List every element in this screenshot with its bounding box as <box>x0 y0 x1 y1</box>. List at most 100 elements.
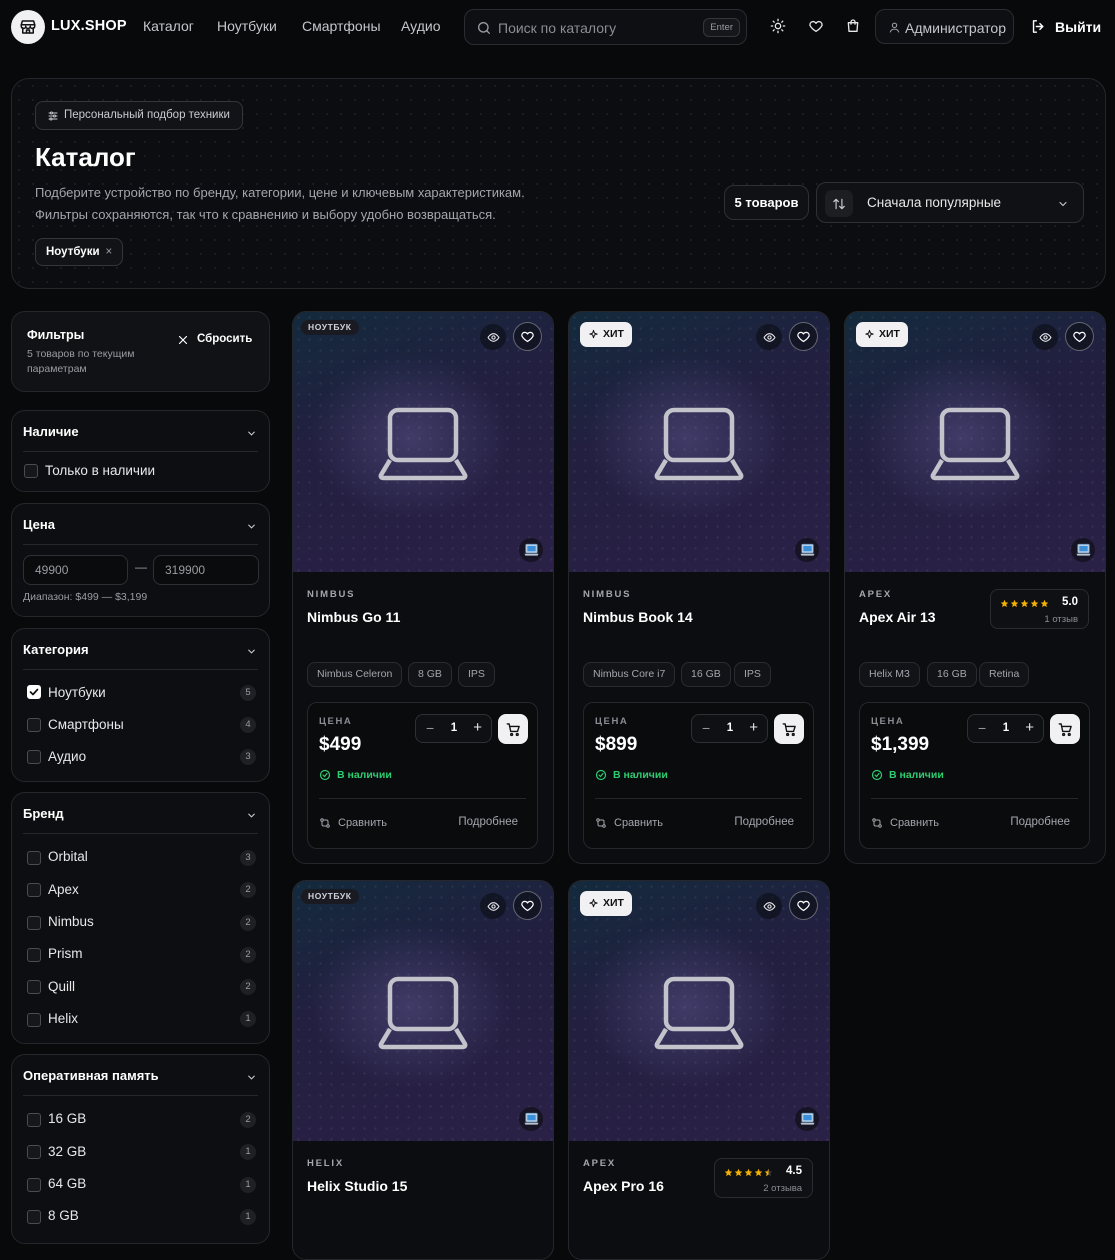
decrement-button[interactable]: − <box>426 720 434 736</box>
quantity-stepper[interactable]: − 1 + <box>415 714 492 743</box>
product-image[interactable]: НОУТБУК <box>293 881 553 1141</box>
brand-name[interactable]: LUX.SHOP <box>51 18 127 34</box>
product-name[interactable]: Apex Air 13 <box>859 609 936 625</box>
brand-checkbox-orbital[interactable] <box>27 851 41 865</box>
decrement-button[interactable]: − <box>978 720 986 736</box>
details-link[interactable]: Подробнее <box>1010 816 1070 828</box>
brand-label[interactable]: Helix <box>48 1011 78 1026</box>
quantity-stepper[interactable]: − 1 + <box>967 714 1044 743</box>
sun-icon[interactable] <box>770 18 786 34</box>
heart-icon[interactable] <box>808 18 824 34</box>
add-to-cart-button[interactable] <box>774 714 804 744</box>
nav-link-laptops[interactable]: Ноутбуки <box>217 18 277 34</box>
in-stock-checkbox[interactable] <box>24 464 38 478</box>
brand-label[interactable]: Apex <box>48 882 79 897</box>
favorite-heart-icon[interactable] <box>513 322 542 351</box>
search-input[interactable]: Поиск по каталогу Enter <box>464 9 747 45</box>
remove-chip-icon[interactable]: × <box>106 246 113 258</box>
ram-label[interactable]: 64 GB <box>48 1176 86 1191</box>
ram-checkbox-8gb[interactable] <box>27 1210 41 1224</box>
compare-button[interactable]: Сравнить <box>871 817 939 829</box>
price-min-input[interactable]: 49900 <box>23 555 128 585</box>
ram-checkbox-64gb[interactable] <box>27 1178 41 1192</box>
category-checkbox-audio[interactable] <box>27 750 41 764</box>
increment-button[interactable]: + <box>749 719 758 736</box>
chevron-down-icon[interactable] <box>246 646 257 657</box>
quantity-stepper[interactable]: − 1 + <box>691 714 768 743</box>
star-icon <box>754 1168 763 1177</box>
add-to-cart-button[interactable] <box>498 714 528 744</box>
quick-view-icon[interactable] <box>756 893 782 919</box>
brand-checkbox-quill[interactable] <box>27 980 41 994</box>
details-link[interactable]: Подробнее <box>734 816 794 828</box>
ram-label[interactable]: 16 GB <box>48 1111 86 1126</box>
brand-checkbox-helix[interactable] <box>27 1013 41 1027</box>
product-image[interactable]: ХИТ <box>569 881 829 1141</box>
product-card[interactable]: НОУТБУК HELIX Helix Studio 15 <box>292 880 554 1260</box>
brand-checkbox-apex[interactable] <box>27 883 41 897</box>
favorite-heart-icon[interactable] <box>1065 322 1094 351</box>
chevron-down-icon[interactable] <box>246 1072 257 1083</box>
account-button[interactable]: Администратор <box>875 9 1014 44</box>
brand-checkbox-prism[interactable] <box>27 948 41 962</box>
in-stock-label[interactable]: Только в наличии <box>45 463 155 478</box>
logout-button[interactable]: Выйти <box>1030 18 1101 35</box>
product-name[interactable]: Apex Pro 16 <box>583 1178 664 1194</box>
active-filter-chip[interactable]: Ноутбуки × <box>35 238 124 266</box>
product-name[interactable]: Nimbus Book 14 <box>583 609 693 625</box>
product-name[interactable]: Nimbus Go 11 <box>307 609 400 625</box>
compare-button[interactable]: Сравнить <box>595 817 663 829</box>
ram-checkbox-16gb[interactable] <box>27 1113 41 1127</box>
filter-section-title[interactable]: Наличие <box>23 424 79 439</box>
quick-view-icon[interactable] <box>1032 324 1058 350</box>
quick-view-icon[interactable] <box>480 893 506 919</box>
filter-section-title[interactable]: Цена <box>23 517 55 532</box>
category-checkbox-smartphones[interactable] <box>27 718 41 732</box>
brand-label[interactable]: Orbital <box>48 849 88 864</box>
favorite-heart-icon[interactable] <box>513 891 542 920</box>
category-label[interactable]: Аудио <box>48 749 86 764</box>
category-label[interactable]: Ноутбуки <box>48 685 106 700</box>
product-card[interactable]: ХИТ NIMBUS Nimbus Book 14 Nimbus Core i7… <box>568 311 830 864</box>
reset-filters-button[interactable]: Сбросить <box>177 333 252 345</box>
add-to-cart-button[interactable] <box>1050 714 1080 744</box>
filter-section-title[interactable]: Оперативная память <box>23 1068 159 1083</box>
decrement-button[interactable]: − <box>702 720 710 736</box>
favorite-heart-icon[interactable] <box>789 891 818 920</box>
quick-view-icon[interactable] <box>756 324 782 350</box>
favorite-heart-icon[interactable] <box>789 322 818 351</box>
increment-button[interactable]: + <box>1025 719 1034 736</box>
filter-section-title[interactable]: Бренд <box>23 806 64 821</box>
price-max-input[interactable]: 319900 <box>153 555 259 585</box>
product-image[interactable]: ХИТ <box>845 312 1105 572</box>
chevron-down-icon[interactable] <box>246 521 257 532</box>
nav-link-audio[interactable]: Аудио <box>401 18 441 34</box>
increment-button[interactable]: + <box>473 719 482 736</box>
quick-view-icon[interactable] <box>480 324 506 350</box>
product-image[interactable]: НОУТБУК <box>293 312 553 572</box>
brand-checkbox-nimbus[interactable] <box>27 916 41 930</box>
ram-label[interactable]: 32 GB <box>48 1144 86 1159</box>
product-image[interactable]: ХИТ <box>569 312 829 572</box>
product-name[interactable]: Helix Studio 15 <box>307 1178 407 1194</box>
brand-label[interactable]: Prism <box>48 946 83 961</box>
ram-checkbox-32gb[interactable] <box>27 1145 41 1159</box>
details-link[interactable]: Подробнее <box>458 816 518 828</box>
ram-label[interactable]: 8 GB <box>48 1208 79 1223</box>
brand-label[interactable]: Quill <box>48 979 75 994</box>
bag-icon[interactable] <box>845 18 861 34</box>
category-label[interactable]: Смартфоны <box>48 717 124 732</box>
store-logo-icon[interactable] <box>11 10 45 44</box>
filter-section-title[interactable]: Категория <box>23 642 89 657</box>
chevron-down-icon[interactable] <box>246 810 257 821</box>
chevron-down-icon[interactable] <box>246 428 257 439</box>
nav-link-catalog[interactable]: Каталог <box>143 18 194 34</box>
category-checkbox-laptops[interactable] <box>27 685 41 699</box>
product-card[interactable]: ХИТ APEX Apex Air 13 5.0 1 отзыв Helix M… <box>844 311 1106 864</box>
product-card[interactable]: ХИТ APEX Apex Pro 16 4.5 2 отзыва <box>568 880 830 1260</box>
sort-select[interactable]: Сначала популярные <box>816 182 1084 223</box>
product-card[interactable]: НОУТБУК NIMBUS Nimbus Go 11 Nimbus Celer… <box>292 311 554 864</box>
brand-label[interactable]: Nimbus <box>48 914 94 929</box>
compare-button[interactable]: Сравнить <box>319 817 387 829</box>
nav-link-smartphones[interactable]: Смартфоны <box>302 18 381 34</box>
